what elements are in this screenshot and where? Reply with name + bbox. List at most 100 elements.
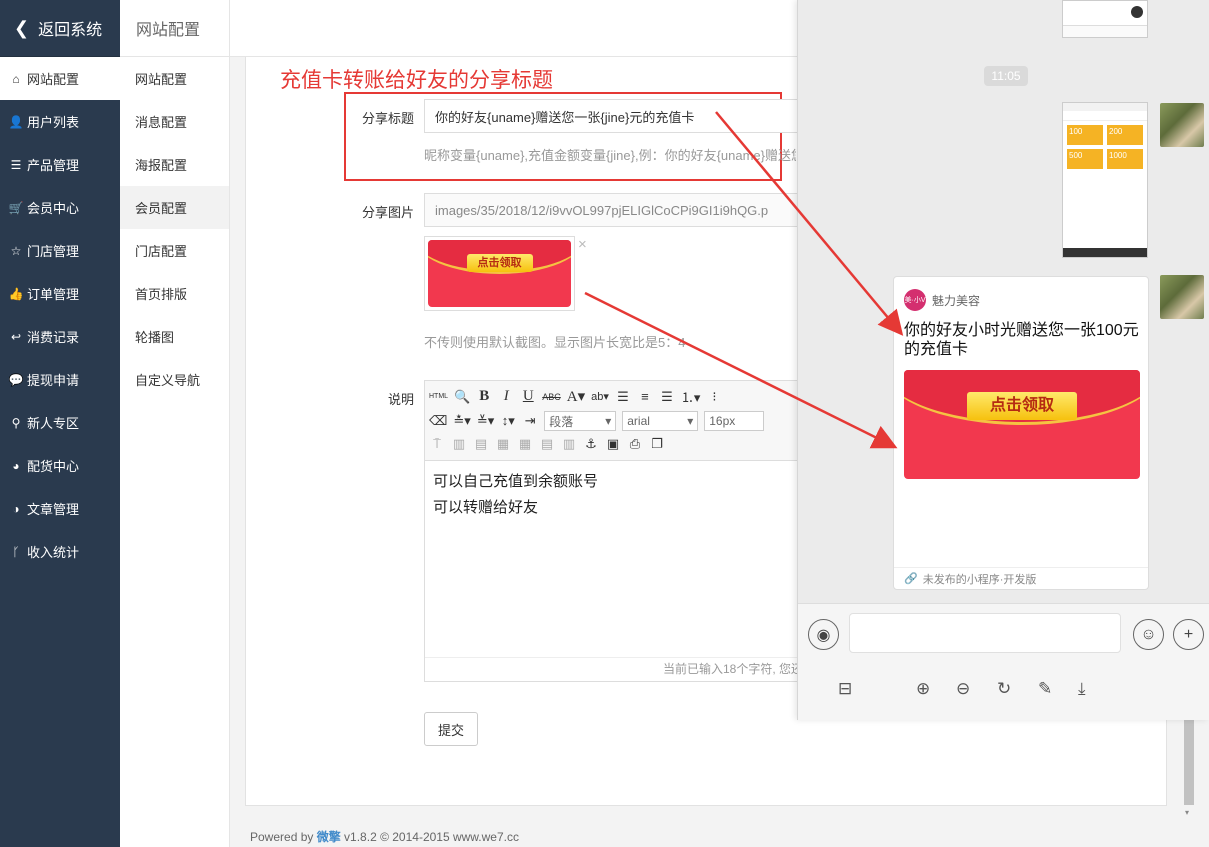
- preview-icon[interactable]: 🔍: [454, 389, 470, 405]
- wechat-icon: 💬: [8, 372, 24, 387]
- sidebar-item[interactable]: 👍 订单管理: [0, 272, 120, 315]
- underline-icon[interactable]: U: [520, 388, 536, 405]
- avatar[interactable]: [1160, 275, 1204, 319]
- page-footer: Powered by 微擎 v1.8.2 © 2014-2015 www.we7…: [250, 830, 519, 844]
- sidebar-item[interactable]: ☰ 产品管理: [0, 143, 120, 186]
- remove-image-icon[interactable]: ×: [578, 236, 587, 253]
- table-merge-icon[interactable]: ▦: [495, 436, 511, 452]
- table-delete-icon[interactable]: ▤: [539, 436, 555, 452]
- sidebar-item[interactable]: ↩ 消费记录: [0, 315, 120, 358]
- row-spacing-top-icon[interactable]: ≛▾: [453, 413, 470, 429]
- eraser-icon[interactable]: ⌫: [429, 413, 447, 429]
- download-icon[interactable]: ⤓: [1078, 679, 1086, 699]
- print-icon[interactable]: ⎙: [627, 436, 643, 452]
- share-image-help: 不传则使用默认截图。显示图片长宽比是5：4: [424, 335, 686, 350]
- share-image-label: 分享图片: [361, 205, 414, 220]
- align-left-icon[interactable]: ☰: [615, 389, 631, 405]
- sidebar-item-label: 收入统计: [27, 545, 80, 560]
- subnav-item[interactable]: 网站配置: [120, 57, 229, 100]
- card-envelope-image: 点击领取: [904, 370, 1140, 479]
- avatar[interactable]: [1160, 103, 1204, 147]
- align-right-icon[interactable]: ☰: [659, 389, 675, 405]
- sidebar-item[interactable]: ☆ 门店管理: [0, 229, 120, 272]
- sidebar-item-label: 会员中心: [27, 201, 80, 216]
- user-icon: 👤: [8, 114, 24, 129]
- table-split-icon[interactable]: ▦: [517, 436, 533, 452]
- font-size-select[interactable]: 16px: [704, 411, 765, 431]
- subnav-item[interactable]: 会员配置: [120, 186, 229, 229]
- align-center-icon[interactable]: ≡: [637, 389, 653, 404]
- strikethrough-icon[interactable]: ABC: [542, 392, 561, 402]
- map-pin-icon: ⚲: [11, 415, 21, 430]
- red-envelope-image: 点击领取: [428, 240, 571, 307]
- subnav-item[interactable]: 轮播图: [120, 315, 229, 358]
- mini-program-card[interactable]: 美·小V 魅力美容 你的好友小时光赠送您一张100元的充值卡 点击领取 🔗 未发…: [893, 276, 1149, 590]
- subnav-item[interactable]: 海报配置: [120, 143, 229, 186]
- subnav-item[interactable]: 消息配置: [120, 100, 229, 143]
- italic-icon[interactable]: I: [498, 388, 514, 405]
- subnav-item[interactable]: 自定义导航: [120, 358, 229, 401]
- rotate-icon[interactable]: ↻: [997, 679, 1011, 699]
- sidebar-item[interactable]: 👤 用户列表: [0, 100, 120, 143]
- sidebar-item-label: 网站配置: [27, 72, 80, 87]
- unordered-list-icon[interactable]: ⁝: [706, 389, 722, 405]
- scroll-down-icon[interactable]: ▾: [1185, 808, 1189, 817]
- back-to-system-button[interactable]: ❮ 返回系统: [0, 0, 120, 57]
- thumbs-up-icon: 👍: [8, 286, 24, 301]
- chat-input[interactable]: [849, 613, 1121, 653]
- font-color-icon[interactable]: A▾: [567, 387, 585, 406]
- subnav-item[interactable]: 门店配置: [120, 229, 229, 272]
- bold-icon[interactable]: B: [476, 388, 492, 405]
- sidebar-item[interactable]: ᚴ 收入统计: [0, 530, 120, 573]
- card-title: 你的好友小时光赠送您一张100元的充值卡: [904, 322, 1139, 358]
- table-row-icon[interactable]: ▥: [451, 436, 467, 452]
- sidebar-item[interactable]: ⌂ 网站配置: [0, 57, 120, 100]
- sidebar-item-label: 新人专区: [27, 416, 80, 431]
- claim-button-graphic: 点击领取: [967, 392, 1077, 420]
- sidebar-item[interactable]: ◕ 配货中心: [0, 444, 120, 487]
- row-spacing-bottom-icon[interactable]: ≚▾: [477, 413, 494, 429]
- edit-icon[interactable]: ✎: [1038, 679, 1052, 699]
- table-insert-icon[interactable]: ⍑: [429, 436, 445, 452]
- line-height-icon[interactable]: ↕▾: [500, 413, 516, 429]
- copy-icon[interactable]: ❐: [649, 436, 665, 452]
- paragraph-select[interactable]: 段落 ▾: [544, 411, 617, 431]
- card-header: 美·小V 魅力美容: [904, 289, 980, 311]
- sidebar-item-label: 消费记录: [27, 330, 80, 345]
- sidebar-item[interactable]: ◑ 文章管理: [0, 487, 120, 530]
- ordered-list-icon[interactable]: ⒈▾: [681, 387, 701, 406]
- chat-image-message[interactable]: 100 200 500 1000: [1062, 102, 1148, 258]
- page-scrollbar[interactable]: ▾: [1182, 720, 1196, 820]
- chat-input-bar: ◉ ☺ + ⊟ ⊕ ⊖ ↻ ✎ ⤓: [798, 603, 1209, 720]
- layout-icon[interactable]: ⊟: [838, 679, 852, 699]
- home-icon: ⌂: [12, 71, 20, 86]
- table-col-icon[interactable]: ▤: [473, 436, 489, 452]
- table-props-icon[interactable]: ▥: [561, 436, 577, 452]
- sidebar-item-label: 用户列表: [27, 115, 80, 130]
- subnav-item[interactable]: 首页排版: [120, 272, 229, 315]
- emoji-icon[interactable]: ☺: [1133, 619, 1164, 650]
- description-label: 说明: [387, 392, 414, 407]
- sidebar-item-label: 产品管理: [27, 158, 80, 173]
- zoom-out-icon[interactable]: ⊖: [956, 679, 970, 699]
- wechat-chat-window: 11:05 100 200 500 1000 美·小V 魅力美容 你的好友小时光…: [797, 0, 1209, 720]
- voice-icon[interactable]: ◉: [808, 619, 839, 650]
- highlight-color-icon[interactable]: ab▾: [591, 390, 609, 403]
- sidebar-item[interactable]: ⚲ 新人专区: [0, 401, 120, 444]
- share-image-thumbnail[interactable]: 点击领取: [424, 236, 575, 311]
- app-name: 魅力美容: [932, 293, 981, 308]
- zoom-in-icon[interactable]: ⊕: [916, 679, 930, 699]
- html-source-icon[interactable]: HTML: [429, 393, 448, 400]
- sidebar-item[interactable]: 💬 提现申请: [0, 358, 120, 401]
- submit-button[interactable]: 提交: [424, 712, 478, 746]
- indent-icon[interactable]: ⇥: [522, 413, 538, 429]
- sidebar-item[interactable]: 🛒 会员中心: [0, 186, 120, 229]
- amount-cell: 200: [1107, 125, 1143, 145]
- amount-cell: 1000: [1107, 149, 1143, 169]
- anchor-icon[interactable]: ⚓: [583, 436, 599, 452]
- share-title-help: 昵称变量{uname},充值金额变量{jine},例：你的好友{uname}赠送…: [424, 148, 796, 163]
- plus-icon[interactable]: +: [1173, 619, 1204, 650]
- font-family-select[interactable]: arial ▾: [622, 411, 699, 431]
- image-icon[interactable]: ▣: [605, 436, 621, 452]
- chat-image-message[interactable]: [1062, 0, 1148, 38]
